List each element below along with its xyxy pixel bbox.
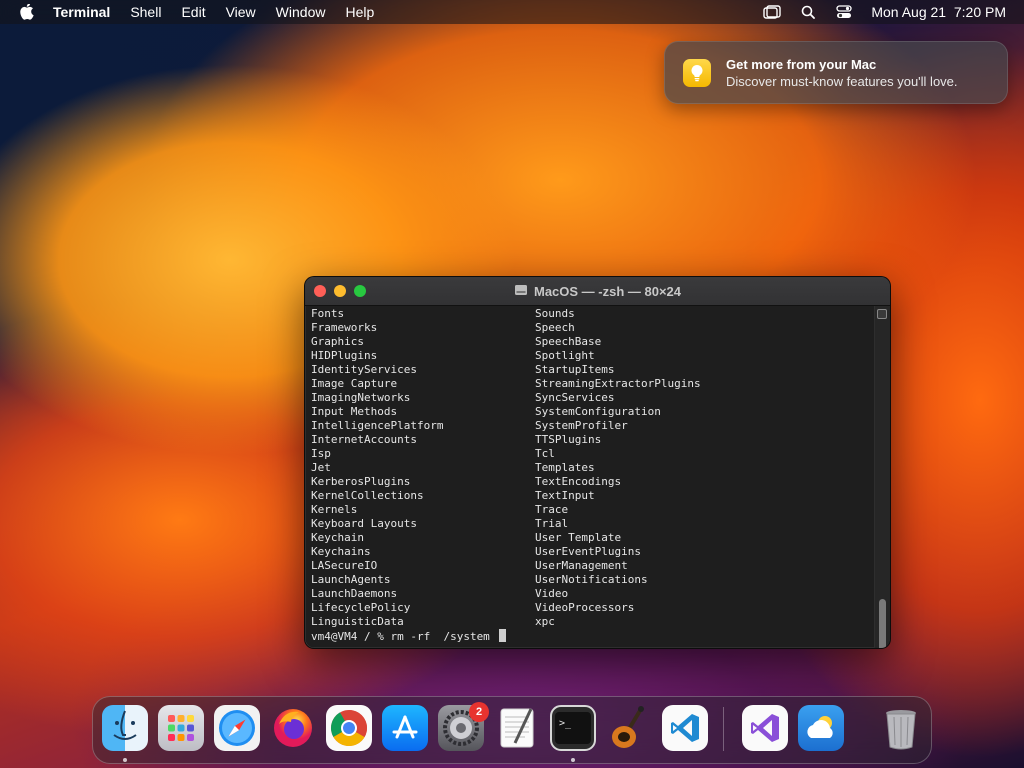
terminal-line: Speech bbox=[535, 321, 575, 334]
terminal-line: KernelCollections bbox=[311, 489, 424, 502]
terminal-running-indicator bbox=[571, 758, 575, 762]
terminal-line: SyncServices bbox=[535, 391, 615, 404]
terminal-line: VideoProcessors bbox=[535, 601, 635, 614]
terminal-line: SystemConfiguration bbox=[535, 405, 661, 418]
terminal-line: HIDPlugins bbox=[311, 349, 378, 362]
text-cursor bbox=[499, 629, 507, 642]
terminal-line: Graphics bbox=[311, 335, 364, 348]
menu-edit[interactable]: Edit bbox=[181, 4, 205, 20]
terminal-line: Isp bbox=[311, 447, 331, 460]
safari-icon[interactable] bbox=[214, 705, 260, 751]
terminal-line: xpc bbox=[535, 615, 555, 628]
terminal-line: StreamingExtractorPlugins bbox=[535, 377, 701, 390]
close-window-button[interactable] bbox=[314, 285, 326, 297]
terminal-line: UserNotifications bbox=[535, 573, 648, 586]
firefox-icon[interactable] bbox=[270, 705, 316, 751]
terminal-line: LaunchDaemons bbox=[311, 587, 398, 600]
notification-body: Discover must-know features you'll love. bbox=[726, 73, 958, 89]
zoom-window-button[interactable] bbox=[354, 285, 366, 297]
terminal-line: LinguisticData bbox=[311, 615, 404, 628]
menu-view[interactable]: View bbox=[226, 4, 256, 20]
terminal-line: Kernels bbox=[311, 503, 358, 516]
terminal-line: LASecureIO bbox=[311, 559, 378, 572]
spotlight-search-icon[interactable] bbox=[799, 4, 817, 20]
terminal-line: Spotlight bbox=[535, 349, 595, 362]
menubar-clock[interactable]: Mon Aug 21 7:20 PM bbox=[871, 4, 1006, 20]
terminal-line: Templates bbox=[535, 461, 595, 474]
garageband-icon[interactable] bbox=[606, 705, 652, 751]
terminal-line: Keychain bbox=[311, 531, 364, 544]
menu-shell[interactable]: Shell bbox=[130, 4, 161, 20]
menu-bar: Terminal Shell Edit View Window Help Mon… bbox=[0, 0, 1024, 24]
terminal-line: Jet bbox=[311, 461, 331, 474]
minimize-window-button[interactable] bbox=[334, 285, 346, 297]
finder-icon[interactable] bbox=[102, 705, 148, 751]
visual-studio-icon[interactable] bbox=[742, 705, 788, 751]
chrome-icon[interactable] bbox=[326, 705, 372, 751]
terminal-line: Input Methods bbox=[311, 405, 398, 418]
trash-icon[interactable] bbox=[878, 705, 924, 751]
scrollbar-menu-icon[interactable] bbox=[877, 309, 887, 319]
apple-menu-icon[interactable] bbox=[19, 4, 35, 20]
terminal-line: Image Capture bbox=[311, 377, 398, 390]
terminal-line: UserManagement bbox=[535, 559, 628, 572]
menu-app-terminal[interactable]: Terminal bbox=[53, 4, 110, 20]
window-title: MacOS — -zsh — 80×24 bbox=[533, 284, 682, 299]
terminal-line: ImagingNetworks bbox=[311, 391, 411, 404]
terminal-output[interactable]: Fonts Frameworks Graphics HIDPlugins Identit… bbox=[305, 306, 877, 648]
terminal-line: StartupItems bbox=[535, 363, 615, 376]
terminal-line: LaunchAgents bbox=[311, 573, 391, 586]
vscode-icon[interactable] bbox=[662, 705, 708, 751]
app-store-icon[interactable] bbox=[382, 705, 428, 751]
terminal-column-left: Fonts Frameworks Graphics HIDPlugins Identit… bbox=[311, 307, 535, 629]
weather-icon[interactable] bbox=[798, 705, 844, 751]
scrollbar-thumb[interactable] bbox=[879, 599, 886, 648]
vertical-scrollbar[interactable] bbox=[874, 306, 890, 648]
menu-window[interactable]: Window bbox=[276, 4, 326, 20]
terminal-line: User Template bbox=[535, 531, 622, 544]
terminal-window[interactable]: MacOS — -zsh — 80×24 Fonts Frameworks Grap… bbox=[304, 276, 891, 649]
terminal-line: IdentityServices bbox=[311, 363, 417, 376]
launchpad-icon[interactable] bbox=[158, 705, 204, 751]
terminal-line: TTSPlugins bbox=[535, 433, 602, 446]
prompt-text: vm4@VM4 / % rm -rf /system bbox=[311, 630, 497, 643]
menu-help[interactable]: Help bbox=[345, 4, 374, 20]
control-center-icon[interactable] bbox=[835, 4, 853, 20]
terminal-line: Trace bbox=[535, 503, 569, 516]
terminal-line: IntelligencePlatform bbox=[311, 419, 444, 432]
terminal-line: Fonts bbox=[311, 307, 345, 320]
terminal-line: Frameworks bbox=[311, 321, 378, 334]
notification-banner[interactable]: Get more from your Mac Discover must-kno… bbox=[664, 41, 1008, 104]
folder-disk-icon bbox=[514, 284, 528, 299]
dock-separator bbox=[723, 707, 724, 751]
dock: 2 >_ bbox=[92, 696, 932, 764]
terminal-line: Sounds bbox=[535, 307, 575, 320]
terminal-line: KerberosPlugins bbox=[311, 475, 411, 488]
terminal-line: SystemProfiler bbox=[535, 419, 628, 432]
terminal-line: Tcl bbox=[535, 447, 555, 460]
stage-manager-icon[interactable] bbox=[763, 4, 782, 20]
terminal-line: Trial bbox=[535, 517, 569, 530]
system-settings-badge: 2 bbox=[469, 702, 489, 722]
tips-lightbulb-icon bbox=[683, 58, 711, 87]
terminal-line: Keyboard Layouts bbox=[311, 517, 417, 530]
terminal-prompt-line[interactable]: vm4@VM4 / % rm -rf /system bbox=[311, 629, 871, 644]
terminal-line: Video bbox=[535, 587, 569, 600]
terminal-line: InternetAccounts bbox=[311, 433, 417, 446]
terminal-line: UserEventPlugins bbox=[535, 545, 641, 558]
svg-text:>_: >_ bbox=[559, 718, 572, 729]
textedit-icon[interactable] bbox=[494, 705, 540, 751]
terminal-line: Keychains bbox=[311, 545, 371, 558]
terminal-line: TextEncodings bbox=[535, 475, 622, 488]
terminal-line: TextInput bbox=[535, 489, 595, 502]
notification-title: Get more from your Mac bbox=[726, 56, 877, 72]
finder-running-indicator bbox=[123, 758, 127, 762]
terminal-line: SpeechBase bbox=[535, 335, 602, 348]
terminal-icon[interactable]: >_ bbox=[550, 705, 596, 751]
terminal-column-right: Sounds Speech SpeechBase Spotlight StartupIt… bbox=[535, 307, 759, 629]
terminal-line: LifecyclePolicy bbox=[311, 601, 411, 614]
window-titlebar[interactable]: MacOS — -zsh — 80×24 bbox=[305, 277, 890, 306]
